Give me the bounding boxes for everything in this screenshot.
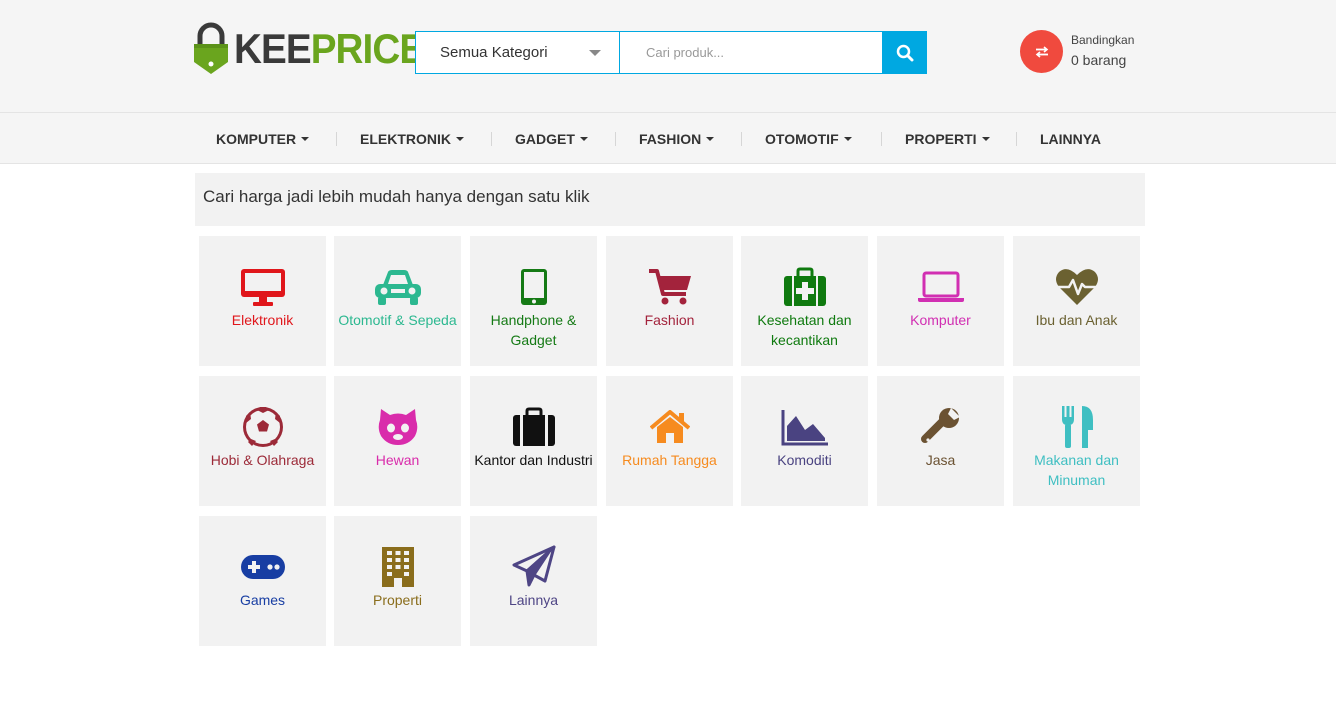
nav-item-gadget[interactable]: GADGET [515, 113, 588, 164]
medkit-icon [741, 266, 868, 308]
exchange-icon [1035, 45, 1048, 58]
building-icon [334, 546, 461, 588]
main-nav: KOMPUTER ELEKTRONIK GADGET FASHION OTOMO… [0, 113, 1336, 164]
category-label: Kantor dan Industri [474, 452, 593, 468]
compare-label: Bandingkan [1071, 32, 1135, 47]
heartbeat-icon [1013, 266, 1140, 308]
nav-item-label: KOMPUTER [216, 130, 297, 147]
category-tile-kesehatan-kecantikan[interactable]: Kesehatan dan kecantikan [741, 236, 868, 366]
category-label: Handphone & Gadget [490, 312, 577, 348]
logo[interactable]: KEEPRICE [192, 22, 441, 76]
category-label: Makanan dan Minuman [1034, 452, 1119, 488]
nav-item-label: LAINNYA [1040, 130, 1101, 147]
category-label: Kesehatan dan kecantikan [757, 312, 852, 348]
search-bar: Semua Kategori [415, 31, 927, 74]
category-label: Rumah Tangga [622, 452, 717, 468]
gamepad-icon [199, 546, 326, 588]
category-label: Elektronik [231, 312, 294, 328]
cat-icon [334, 406, 461, 448]
category-tile-hewan[interactable]: Hewan [334, 376, 461, 506]
category-tile-lainnya[interactable]: Lainnya [470, 516, 597, 646]
category-label: Fashion [644, 312, 695, 328]
category-tile-elektronik[interactable]: Elektronik [199, 236, 326, 366]
home-icon [606, 406, 733, 448]
soccer-ball-icon [199, 406, 326, 448]
logo-text-kee: KEE [234, 25, 312, 72]
category-label: Ibu dan Anak [1035, 312, 1118, 328]
compare-count: 0 barang [1071, 51, 1127, 68]
category-label: Properti [372, 592, 423, 608]
logo-text: KEEPRICE [234, 25, 425, 72]
nav-divider [491, 132, 492, 146]
nav-item-label: GADGET [515, 130, 575, 147]
compare-button[interactable] [1020, 30, 1063, 73]
category-select[interactable]: Semua Kategori [416, 32, 620, 73]
nav-item-komputer[interactable]: KOMPUTER [216, 113, 310, 164]
nav-divider [741, 132, 742, 146]
area-chart-icon [741, 406, 868, 448]
nav-item-properti[interactable]: PROPERTI [905, 113, 990, 164]
category-select-value: Semua Kategori [440, 44, 548, 61]
category-tile-komoditi[interactable]: Komoditi [741, 376, 868, 506]
category-label: Komputer [910, 312, 971, 328]
category-label: Lainnya [508, 592, 559, 608]
category-tile-handphone-gadget[interactable]: Handphone & Gadget [470, 236, 597, 366]
category-tile-komputer[interactable]: Komputer [877, 236, 1004, 366]
shopping-cart-icon [606, 266, 733, 308]
caret-down-icon [843, 136, 852, 141]
category-tile-ibu-anak[interactable]: Ibu dan Anak [1013, 236, 1140, 366]
nav-item-elektronik[interactable]: ELEKTRONIK [360, 113, 464, 164]
search-button[interactable] [882, 31, 927, 74]
category-tile-properti[interactable]: Properti [334, 516, 461, 646]
nav-item-label: FASHION [639, 130, 702, 147]
nav-divider [336, 132, 337, 146]
category-label: Hewan [375, 452, 420, 468]
nav-divider [881, 132, 882, 146]
category-tile-otomotif-sepeda[interactable]: Otomotif & Sepeda [334, 236, 461, 366]
category-tile-makanan-minuman[interactable]: Makanan dan Minuman [1013, 376, 1140, 506]
header: KEEPRICE Semua Kategori Bandingkan 0 bar… [0, 0, 1336, 113]
category-tile-kantor-industri[interactable]: Kantor dan Industri [470, 376, 597, 506]
chevron-down-icon [589, 50, 601, 56]
nav-item-lainnya[interactable]: LAINNYA [1040, 113, 1101, 164]
nav-item-label: PROPERTI [905, 130, 977, 147]
wrench-icon [877, 406, 1004, 448]
nav-item-otomotif[interactable]: OTOMOTIF [765, 113, 852, 164]
search-input[interactable] [620, 32, 882, 73]
caret-down-icon [981, 136, 990, 141]
car-icon [334, 266, 461, 308]
paper-plane-icon [470, 545, 597, 588]
padlock-logo-icon [194, 22, 228, 74]
caret-down-icon [301, 136, 310, 141]
briefcase-icon [470, 406, 597, 448]
category-tile-games[interactable]: Games [199, 516, 326, 646]
cutlery-icon [1013, 406, 1140, 448]
nav-divider [1016, 132, 1017, 146]
category-label: Otomotif & Sepeda [338, 312, 457, 328]
tablet-icon [470, 266, 597, 308]
nav-item-fashion[interactable]: FASHION [639, 113, 715, 164]
category-tile-fashion[interactable]: Fashion [606, 236, 733, 366]
laptop-icon [877, 266, 1004, 308]
category-tile-jasa[interactable]: Jasa [877, 376, 1004, 506]
logo-text-price: PRICE [310, 25, 425, 72]
category-label: Jasa [925, 452, 956, 468]
compare-widget[interactable]: Bandingkan 0 barang [1020, 30, 1134, 73]
category-label: Games [239, 592, 286, 608]
nav-divider [615, 132, 616, 146]
caret-down-icon [706, 136, 715, 141]
category-tile-rumah-tangga[interactable]: Rumah Tangga [606, 376, 733, 506]
caret-down-icon [579, 136, 588, 141]
category-tile-hobi-olahraga[interactable]: Hobi & Olahraga [199, 376, 326, 506]
caret-down-icon [456, 136, 464, 141]
category-label: Hobi & Olahraga [210, 452, 315, 468]
monitor-icon [199, 266, 326, 308]
nav-item-label: ELEKTRONIK [360, 130, 451, 147]
tagline: Cari harga jadi lebih mudah hanya dengan… [195, 173, 1145, 226]
category-label: Komoditi [777, 452, 832, 468]
search-icon [896, 44, 913, 61]
nav-item-label: OTOMOTIF [765, 130, 839, 147]
compare-text: Bandingkan 0 barang [1071, 32, 1134, 72]
